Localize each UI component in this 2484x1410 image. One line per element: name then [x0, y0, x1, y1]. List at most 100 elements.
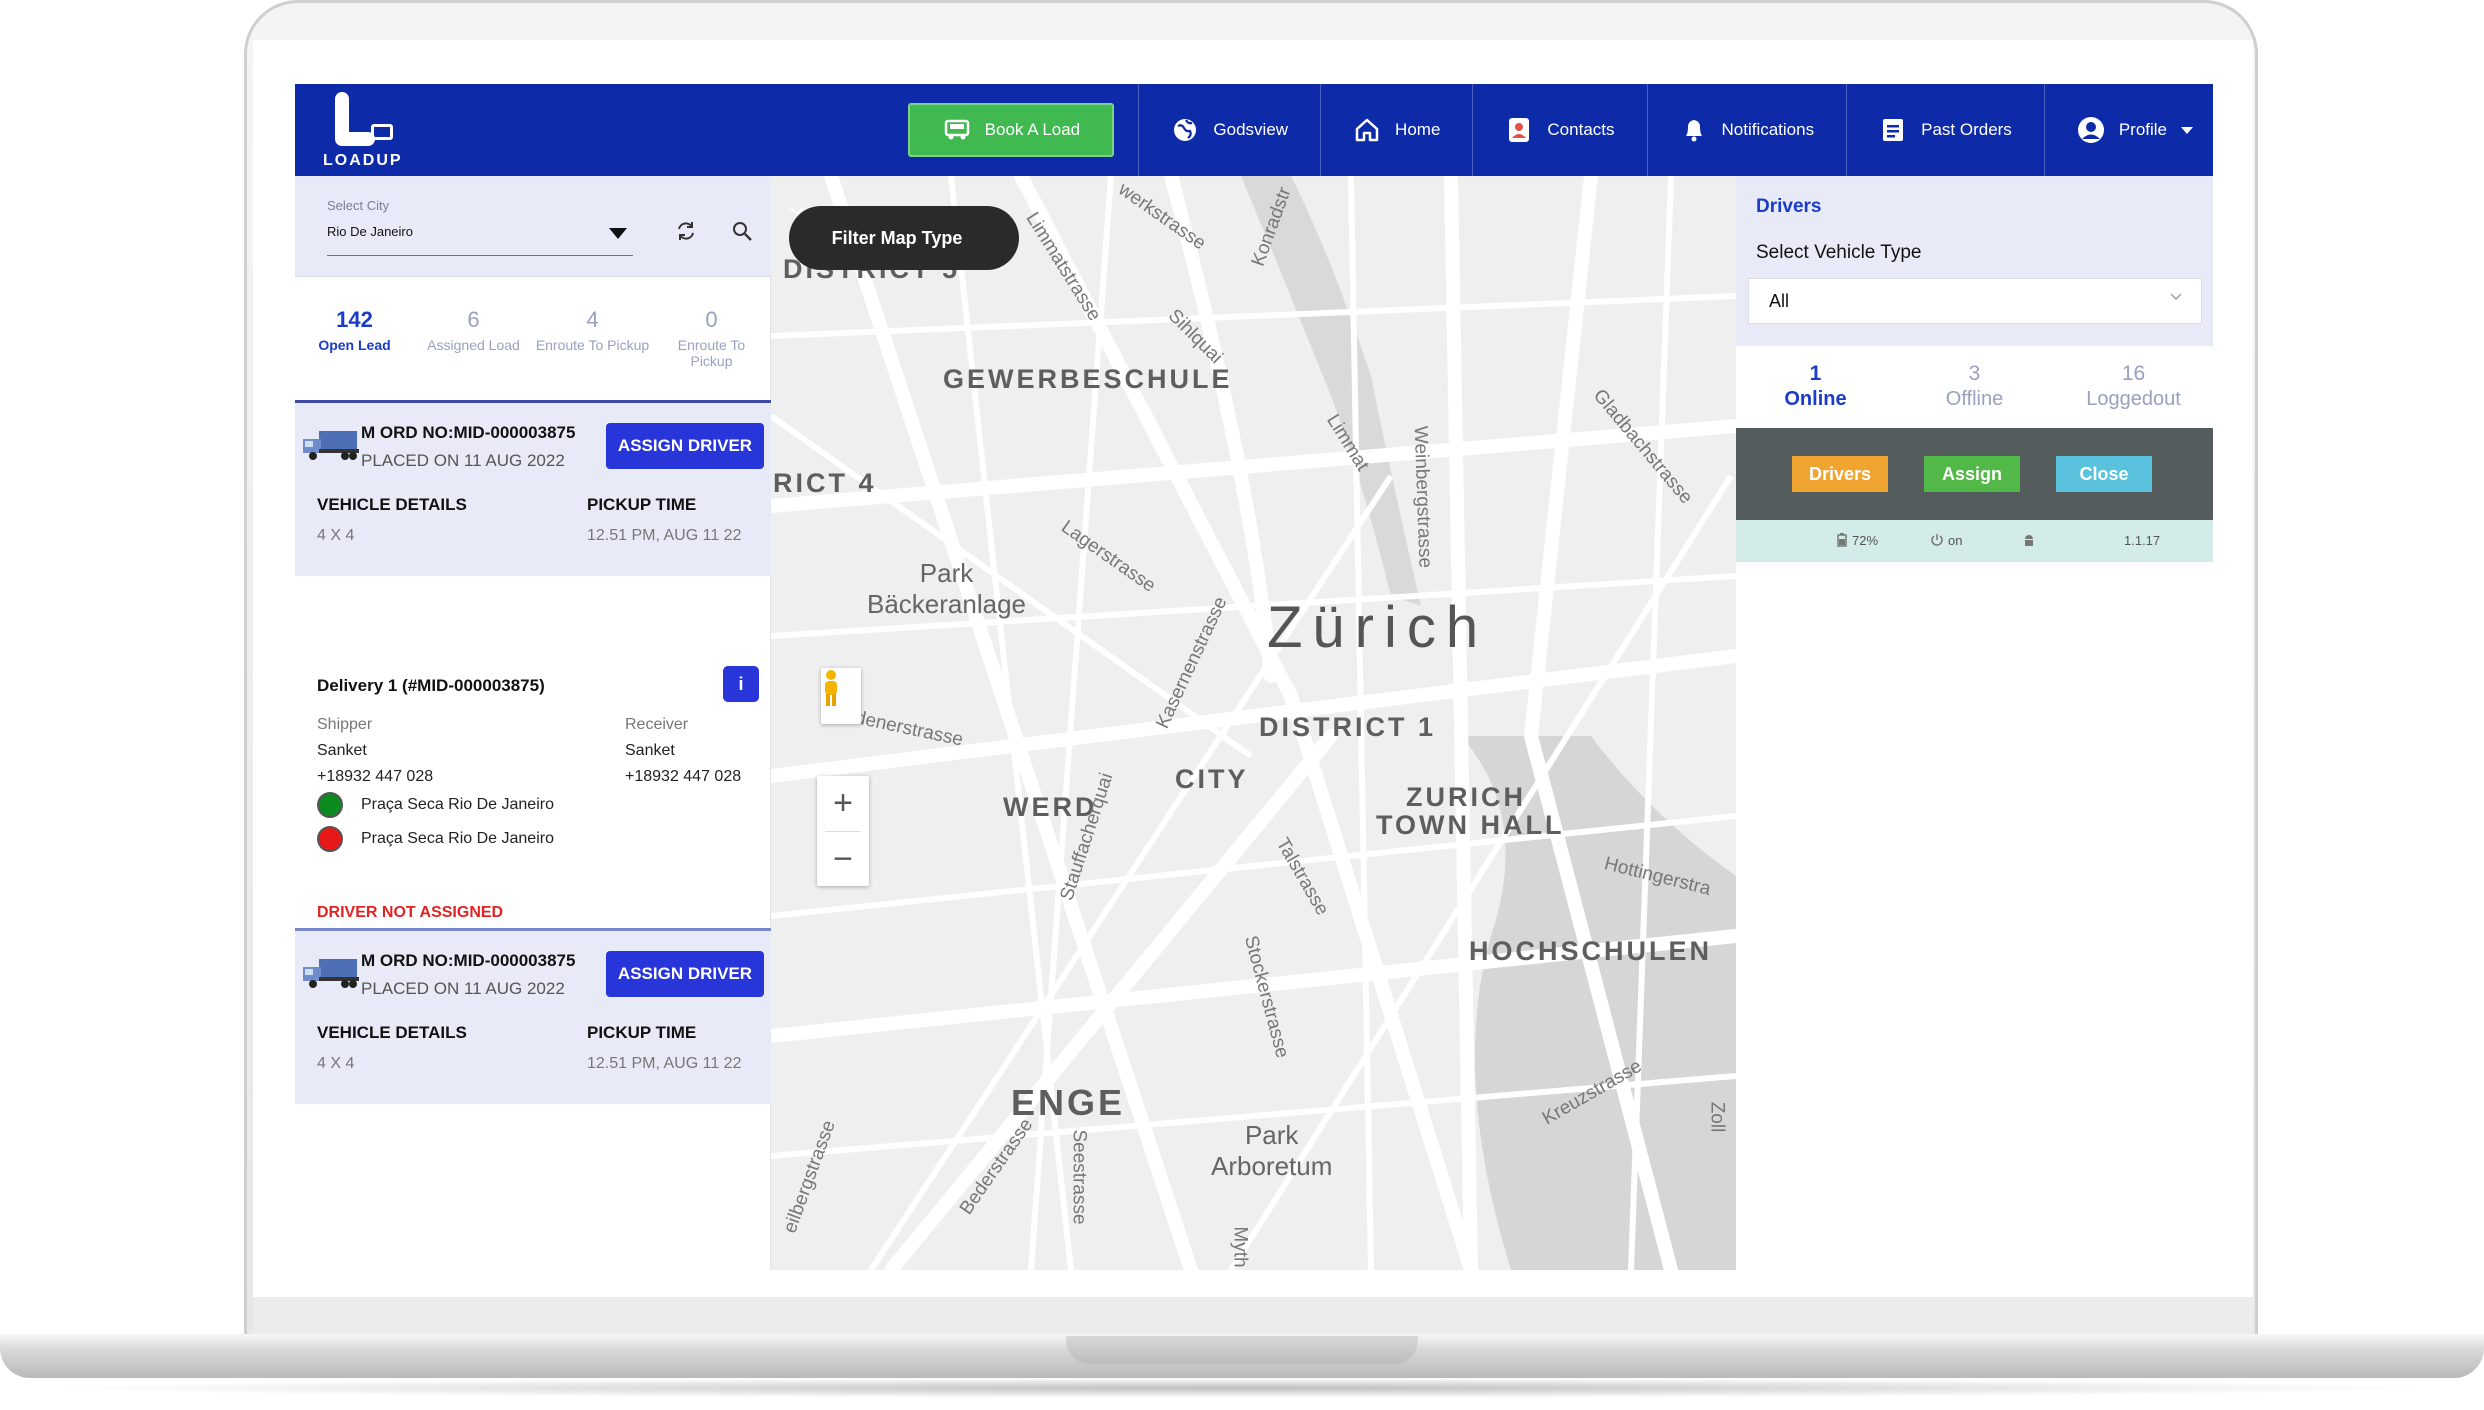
order-card[interactable]: M ORD NO:MID-000003875 PLACED ON 11 AUG … — [295, 928, 771, 1104]
power-status: on — [1948, 533, 1963, 548]
stat-count: 16 — [2121, 362, 2146, 385]
stat-enroute-pickup-2[interactable]: 0 Enroute To Pickup — [652, 277, 771, 393]
driver-stat-offline[interactable]: 3 Offline — [1895, 346, 2054, 424]
laptop-shadow — [40, 1378, 2444, 1398]
pickup-time-header: PICKUP TIME — [587, 495, 697, 514]
loadup-logo[interactable]: LOADUP — [315, 84, 435, 176]
map-label: GEWERBESCHULE — [943, 364, 1233, 394]
vehicle-type-select[interactable]: All — [1748, 278, 2202, 324]
delivery-title: Delivery 1 (#MID-000003875) — [317, 676, 545, 695]
truck-icon — [301, 955, 361, 991]
receiver-label: Receiver — [625, 716, 689, 733]
nav-past-orders[interactable]: Past Orders — [1846, 84, 2044, 176]
city-select[interactable]: Rio De Janeiro — [327, 224, 633, 256]
map-view[interactable]: DISTRICT 5 GEWERBESCHULE RICT 4 Zürich D… — [771, 176, 1736, 1270]
order-card[interactable]: M ORD NO:MID-000003875 PLACED ON 11 AUG … — [295, 400, 771, 576]
assign-button[interactable]: Assign — [1924, 456, 2020, 492]
delivery-details: Delivery 1 (#MID-000003875) i Shipper Re… — [295, 648, 771, 921]
nav-contacts-label: Contacts — [1547, 120, 1615, 139]
receiver-phone: +18932 447 028 — [625, 768, 742, 785]
filter-map-type-button[interactable]: Filter Map Type — [789, 206, 1019, 270]
driver-status: DRIVER NOT ASSIGNED — [317, 904, 504, 921]
battery-level: 72% — [1852, 533, 1879, 548]
shipper-phone: +18932 447 028 — [317, 768, 434, 785]
vehicle-type-label: Select Vehicle Type — [1756, 242, 1922, 263]
home-icon — [1353, 116, 1381, 144]
nav-home[interactable]: Home — [1320, 84, 1472, 176]
power-icon — [1930, 533, 1944, 550]
logo-text: LOADUP — [323, 152, 403, 169]
stat-label: Open Lead — [318, 337, 391, 353]
city-select-value: Rio De Janeiro — [327, 224, 413, 239]
nav-notifications-label: Notifications — [1721, 120, 1815, 139]
drivers-header: Drivers Select Vehicle Type All — [1736, 176, 2213, 346]
assign-driver-button[interactable]: ASSIGN DRIVER — [606, 951, 764, 997]
top-nav-bar: LOADUP Book A Load Godsview Home Contact… — [295, 84, 2213, 176]
stat-assigned-load[interactable]: 6 Assigned Load — [414, 277, 533, 393]
zoom-in-button[interactable]: + — [817, 776, 869, 831]
nav-profile[interactable]: Profile — [2043, 84, 2213, 176]
stat-open-lead[interactable]: 142 Open Lead — [295, 277, 414, 393]
street-label: Myth — [1229, 1226, 1251, 1268]
map-label: RICT 4 — [773, 468, 877, 498]
zoom-out-button[interactable]: − — [817, 832, 869, 887]
truck-icon — [301, 427, 361, 463]
order-placed-date: PLACED ON 11 AUG 2022 — [361, 979, 565, 998]
order-number: M ORD NO:MID-000003875 — [361, 423, 576, 442]
receiver-name: Sanket — [625, 742, 675, 759]
drivers-panel: Drivers Select Vehicle Type All 1 Online… — [1736, 176, 2213, 1270]
filter-map-type-label: Filter Map Type — [831, 227, 963, 248]
user-circle-icon — [2077, 116, 2105, 144]
driver-stat-online[interactable]: 1 Online — [1736, 346, 1895, 424]
stat-label: Enroute To Pickup — [677, 337, 746, 369]
vehicle-details-header: VEHICLE DETAILS — [317, 1023, 467, 1042]
map-label: DISTRICT 1 — [1259, 712, 1437, 742]
pickup-time-header: PICKUP TIME — [587, 1023, 697, 1042]
close-button[interactable]: Close — [2056, 456, 2152, 492]
laptop-screen: LOADUP Book A Load Godsview Home Contact… — [253, 40, 2253, 1297]
assign-driver-button[interactable]: ASSIGN DRIVER — [606, 423, 764, 469]
map-label: CITY — [1175, 764, 1249, 794]
nav-notifications[interactable]: Notifications — [1646, 84, 1847, 176]
park-label-line: Park — [919, 558, 974, 588]
search-icon[interactable] — [731, 220, 753, 248]
shipper-label: Shipper — [317, 716, 373, 733]
app-version: 1.1.17 — [2124, 533, 2161, 548]
map-label: HOCHSCHULEN — [1469, 936, 1713, 966]
stat-label: Loggedout — [2086, 388, 2181, 410]
street-view-pegman-icon[interactable] — [821, 668, 861, 724]
driver-stats: 1 Online 3 Offline 16 Loggedout — [1736, 346, 2213, 424]
nav-godsview[interactable]: Godsview — [1138, 84, 1320, 176]
stat-label: Assigned Load — [427, 337, 520, 353]
stat-enroute-pickup[interactable]: 4 Enroute To Pickup — [533, 277, 652, 393]
shipper-name: Sanket — [317, 742, 367, 759]
truck-icon — [943, 116, 971, 144]
info-icon[interactable]: i — [723, 666, 759, 702]
nav-contacts[interactable]: Contacts — [1472, 84, 1646, 176]
refresh-icon[interactable] — [675, 220, 697, 248]
park-label-line: Bäckeranlage — [867, 589, 1026, 619]
vehicle-details-value: 4 X 4 — [317, 1055, 355, 1072]
stat-label: Enroute To Pickup — [535, 337, 650, 353]
vehicle-type-value: All — [1769, 291, 1790, 311]
map-city-label: Zürich — [1267, 595, 1489, 660]
stat-count: 142 — [336, 307, 373, 332]
order-placed-date: PLACED ON 11 AUG 2022 — [361, 451, 565, 470]
nav-home-label: Home — [1395, 120, 1441, 139]
app-window: LOADUP Book A Load Godsview Home Contact… — [295, 84, 2213, 1270]
chevron-down-icon — [2169, 289, 2183, 307]
book-a-load-button[interactable]: Book A Load — [908, 103, 1115, 157]
driver-stat-loggedout[interactable]: 16 Loggedout — [2054, 346, 2213, 424]
document-icon — [1879, 116, 1907, 144]
driver-status-row[interactable]: 72% on 1.1.17 — [1736, 520, 2213, 562]
stat-count: 4 — [586, 307, 599, 332]
order-number: M ORD NO:MID-000003875 — [361, 951, 576, 970]
stat-label: Offline — [1945, 388, 2004, 410]
chevron-down-icon — [2181, 126, 2193, 134]
lead-stats: 142 Open Lead 6 Assigned Load 4 Enroute … — [295, 277, 771, 393]
drivers-button[interactable]: Drivers — [1792, 456, 1888, 492]
nav-godsview-label: Godsview — [1213, 120, 1289, 139]
globe-icon — [1171, 116, 1199, 144]
orders-panel: Select City Rio De Janeiro 142 Open Lead — [295, 176, 771, 1270]
select-city-label: Select City — [327, 198, 390, 213]
